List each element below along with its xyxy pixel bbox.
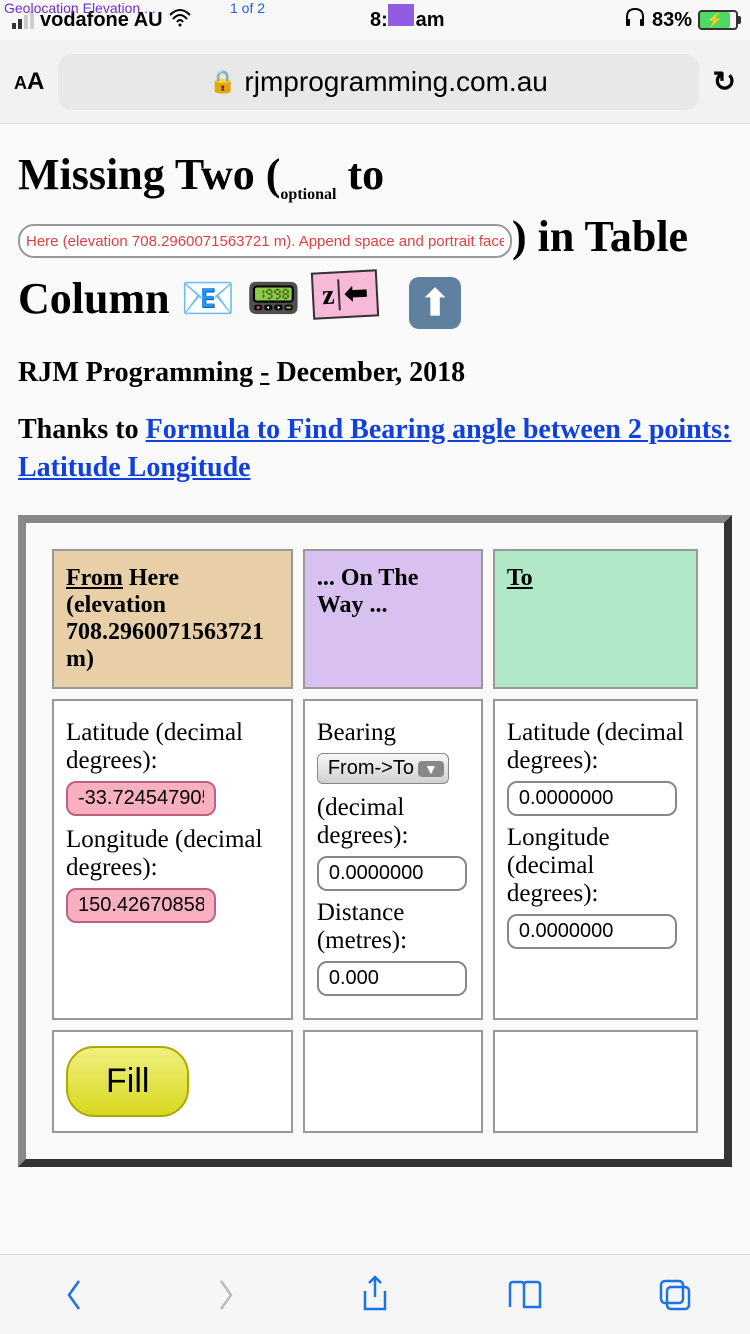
overlay-purple-box bbox=[388, 4, 414, 26]
cell-empty-2 bbox=[493, 1030, 698, 1133]
up-arrow-icon[interactable]: ⬆ bbox=[409, 277, 461, 329]
battery-icon: ⚡ bbox=[698, 10, 738, 30]
map-badge-icon[interactable]: z⬅ bbox=[311, 269, 379, 320]
mail-icon[interactable]: 📧 bbox=[181, 274, 236, 323]
distance-input[interactable] bbox=[317, 961, 467, 996]
bearing-label: Bearing bbox=[317, 719, 469, 747]
wifi-icon bbox=[169, 9, 191, 32]
to-lat-input[interactable] bbox=[507, 781, 677, 816]
bearing-input[interactable] bbox=[317, 856, 467, 891]
fill-button[interactable]: Fill bbox=[66, 1046, 189, 1117]
title-column: Column bbox=[18, 274, 181, 323]
subhead-org: RJM Programming bbox=[18, 357, 260, 388]
overlay-geolocation-label: Geolocation Elevation ... bbox=[4, 0, 156, 16]
url-field[interactable]: 🔒 rjmprogramming.com.au bbox=[58, 54, 698, 110]
to-lat-label: Latitude (decimal degrees): bbox=[507, 719, 684, 775]
bearing-select-value: From->To bbox=[328, 757, 414, 779]
title-optional: optional bbox=[280, 186, 336, 203]
subhead-date: December, 2018 bbox=[269, 357, 465, 388]
cell-way: Bearing From->To▼ (decimal degrees): Dis… bbox=[303, 699, 483, 1020]
cell-empty-1 bbox=[303, 1030, 483, 1133]
reload-button[interactable]: ↻ bbox=[713, 65, 736, 99]
header-to-text: To bbox=[507, 565, 533, 591]
title-to: to bbox=[336, 150, 384, 199]
bearing-unit-label: (decimal degrees): bbox=[317, 794, 469, 850]
header-way-text: ... On The Way ... bbox=[317, 565, 419, 618]
page-title: Missing Two (optional to ) in Table Colu… bbox=[18, 144, 732, 329]
from-lon-label: Longitude (decimal degrees): bbox=[66, 826, 279, 882]
browser-toolbar bbox=[0, 1254, 750, 1334]
header-from: From Here (elevation 708.2960071563721 m… bbox=[52, 549, 293, 689]
from-lat-input[interactable] bbox=[66, 781, 216, 816]
elevation-input[interactable] bbox=[18, 224, 512, 258]
calc-table-wrap: From Here (elevation 708.2960071563721 m… bbox=[18, 515, 732, 1167]
headphones-icon bbox=[624, 7, 646, 33]
tabs-button[interactable] bbox=[655, 1275, 695, 1315]
pager-icon[interactable]: 📟 bbox=[246, 274, 301, 323]
header-to: To bbox=[493, 549, 698, 689]
thanks-prefix: Thanks to bbox=[18, 414, 146, 445]
title-pre: Missing Two ( bbox=[18, 150, 280, 199]
share-button[interactable] bbox=[355, 1275, 395, 1315]
from-lat-label: Latitude (decimal degrees): bbox=[66, 719, 279, 775]
to-lon-input[interactable] bbox=[507, 914, 677, 949]
battery-pct-label: 83% bbox=[652, 9, 692, 32]
browser-url-bar: AA 🔒 rjmprogramming.com.au ↻ bbox=[0, 40, 750, 124]
header-from-u: From bbox=[66, 565, 123, 591]
from-lon-input[interactable] bbox=[66, 888, 216, 923]
text-size-button[interactable]: AA bbox=[14, 68, 44, 96]
forward-button[interactable] bbox=[205, 1275, 245, 1315]
cell-from: Latitude (decimal degrees): Longitude (d… bbox=[52, 699, 293, 1020]
thanks-line: Thanks to Formula to Find Bearing angle … bbox=[18, 411, 732, 487]
distance-label: Distance (metres): bbox=[317, 899, 469, 955]
calc-table: From Here (elevation 708.2960071563721 m… bbox=[42, 539, 708, 1143]
bookmarks-button[interactable] bbox=[505, 1275, 545, 1315]
overlay-count-label: 1 of 2 bbox=[230, 0, 265, 16]
subheading: RJM Programming - December, 2018 bbox=[18, 357, 732, 389]
header-way: ... On The Way ... bbox=[303, 549, 483, 689]
cell-fill: Fill bbox=[52, 1030, 293, 1133]
back-button[interactable] bbox=[55, 1275, 95, 1315]
lock-icon: 🔒 bbox=[209, 69, 236, 95]
title-close: ) in Table bbox=[512, 212, 688, 261]
bearing-select[interactable]: From->To▼ bbox=[317, 753, 449, 784]
page-content: Missing Two (optional to ) in Table Colu… bbox=[0, 124, 750, 1187]
chevron-down-icon: ▼ bbox=[418, 761, 444, 777]
to-lon-label: Longitude (decimal degrees): bbox=[507, 824, 684, 908]
url-domain: rjmprogramming.com.au bbox=[244, 66, 547, 98]
cell-to: Latitude (decimal degrees): Longitude (d… bbox=[493, 699, 698, 1020]
